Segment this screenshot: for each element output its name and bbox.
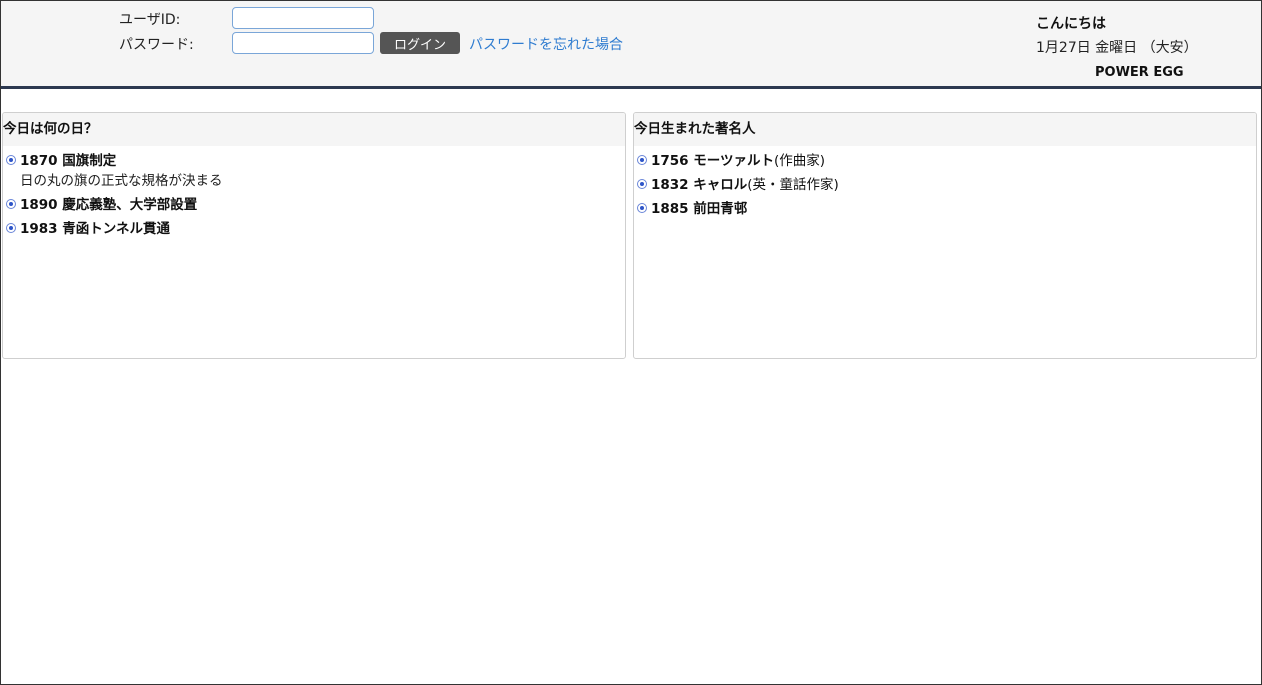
item-title: 1756 モーツァルト (651, 153, 775, 169)
famous-panel: 今日生まれた著名人 1756 モーツァルト(作曲家) 1832 キャロル(英・童… (633, 112, 1257, 359)
list-item: 1870 国旗制定 日の丸の旗の正式な規格が決まる (3, 150, 625, 191)
list-item: 1890 慶応義塾、大学部設置 (3, 194, 625, 215)
user-id-input[interactable] (232, 7, 374, 29)
list-item: 1885 前田青邨 (634, 198, 1256, 219)
item-title: 1983 青函トンネル貫通 (20, 221, 171, 237)
item-description: 日の丸の旗の正式な規格が決まる (20, 173, 223, 189)
bullet-icon (637, 203, 647, 213)
today-panel-title: 今日は何の日？ (3, 113, 625, 146)
item-title: 1885 前田青邨 (651, 201, 748, 217)
bullet-icon (6, 199, 16, 209)
list-item: 1832 キャロル(英・童話作家) (634, 174, 1256, 195)
date-text: 1月27日 金曜日 （大安） (1036, 40, 1198, 56)
item-title: 1870 国旗制定 (20, 153, 117, 169)
bullet-icon (637, 179, 647, 189)
bullet-icon (637, 155, 647, 165)
famous-list: 1756 モーツァルト(作曲家) 1832 キャロル(英・童話作家) 1885 … (634, 146, 1256, 219)
page-frame: ユーザID: パスワード: ログイン パスワードを忘れた場合 こんにちは 1月2… (0, 0, 1262, 685)
brand-name: POWER EGG (1095, 65, 1184, 80)
item-note: (作曲家) (774, 153, 826, 169)
password-label: パスワード: (119, 37, 194, 53)
list-item: 1756 モーツァルト(作曲家) (634, 150, 1256, 171)
user-id-label: ユーザID: (119, 12, 181, 28)
bullet-icon (6, 223, 16, 233)
item-note: (英・童話作家) (747, 177, 839, 193)
login-button[interactable]: ログイン (380, 32, 460, 54)
famous-panel-title: 今日生まれた著名人 (634, 113, 1256, 146)
greeting-text: こんにちは (1036, 16, 1106, 32)
forgot-password-link[interactable]: パスワードを忘れた場合 (469, 34, 623, 54)
list-item: 1983 青函トンネル貫通 (3, 218, 625, 239)
bullet-icon (6, 155, 16, 165)
today-panel: 今日は何の日？ 1870 国旗制定 日の丸の旗の正式な規格が決まる 1890 慶… (2, 112, 626, 359)
item-title: 1890 慶応義塾、大学部設置 (20, 197, 198, 213)
password-input[interactable] (232, 32, 374, 54)
today-list: 1870 国旗制定 日の丸の旗の正式な規格が決まる 1890 慶応義塾、大学部設… (3, 146, 625, 239)
header-bar: ユーザID: パスワード: ログイン パスワードを忘れた場合 こんにちは 1月2… (1, 1, 1261, 89)
item-title: 1832 キャロル (651, 177, 748, 193)
